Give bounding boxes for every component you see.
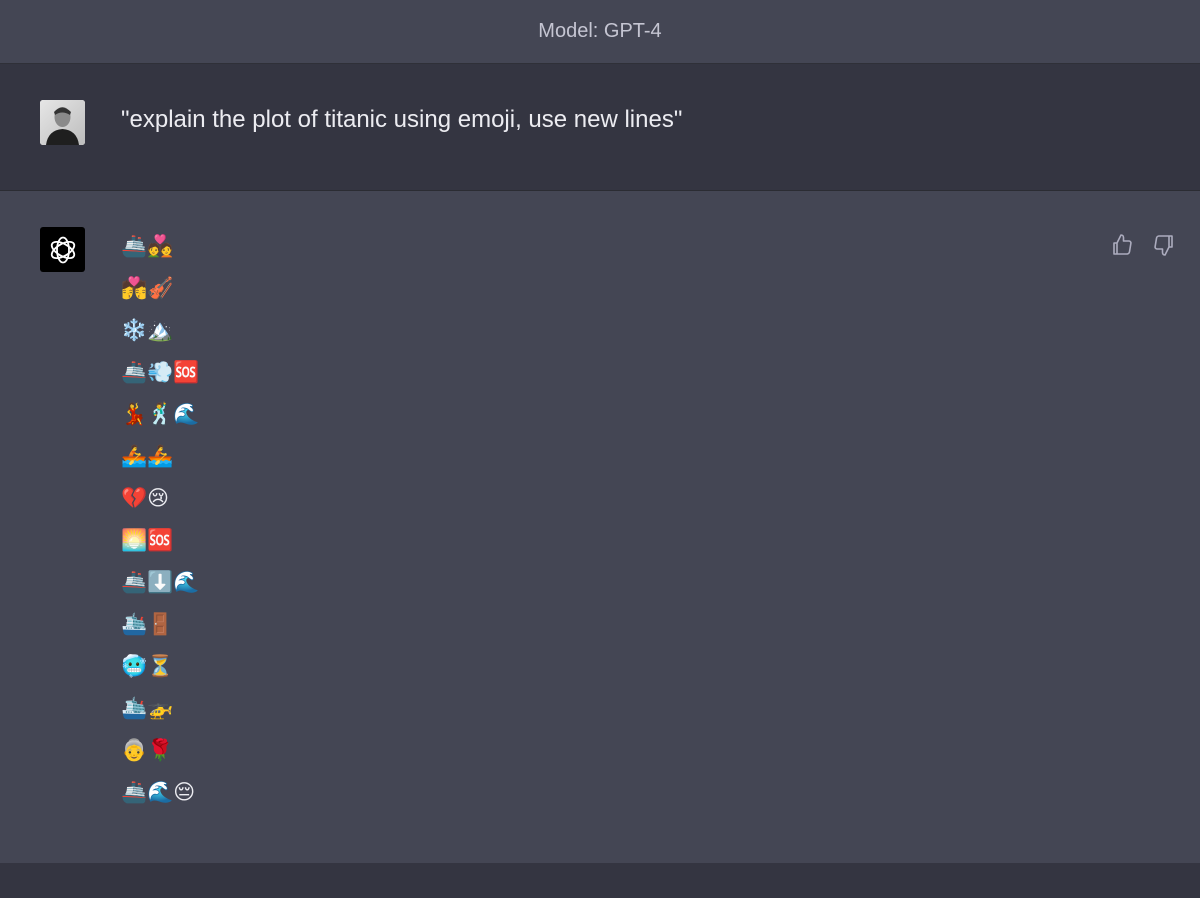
response-line: 🥶⏳ (121, 654, 174, 678)
response-line: 🚢💑 (121, 234, 174, 258)
user-message-row: "explain the plot of titanic using emoji… (0, 64, 1200, 191)
assistant-message-row: 🚢💑 💏🎻 ❄️🏔️ 🚢💨🆘 💃🕺🌊 🚣🚣 💔😢 🌅🆘 🚢⬇️🌊 🛳️🚪 🥶⏳ … (0, 191, 1200, 863)
thumbs-down-icon (1154, 235, 1173, 256)
thumbs-up-button[interactable] (1110, 233, 1134, 257)
response-line: 🛳️🚁 (121, 696, 174, 720)
response-line: 🌅🆘 (121, 528, 174, 552)
response-line: 🚣🚣 (121, 444, 174, 468)
thumbs-down-button[interactable] (1152, 233, 1176, 257)
openai-logo-icon (50, 236, 75, 263)
bottom-bar (0, 863, 1200, 898)
response-line: 💔😢 (121, 486, 170, 510)
response-line: 👵🌹 (121, 738, 174, 762)
feedback-buttons (1110, 233, 1176, 257)
response-line: 🚢💨🆘 (121, 360, 200, 384)
assistant-avatar (40, 227, 85, 272)
response-line: 💏🎻 (121, 276, 174, 300)
chat-page: Model: GPT-4 "explain the plot of titani… (0, 0, 1200, 898)
response-line: 🚢⬇️🌊 (121, 570, 200, 594)
model-header: Model: GPT-4 (0, 0, 1200, 64)
model-label: Model: GPT-4 (538, 20, 662, 42)
user-avatar-photo (40, 100, 85, 145)
response-line: ❄️🏔️ (121, 318, 174, 342)
assistant-response: 🚢💑 💏🎻 ❄️🏔️ 🚢💨🆘 💃🕺🌊 🚣🚣 💔😢 🌅🆘 🚢⬇️🌊 🛳️🚪 🥶⏳ … (121, 231, 199, 819)
user-message-text: "explain the plot of titanic using emoji… (121, 106, 683, 133)
response-line: 🛳️🚪 (121, 612, 174, 636)
response-line: 💃🕺🌊 (121, 402, 200, 426)
user-avatar (40, 100, 85, 145)
response-line: 🚢🌊😔 (121, 780, 196, 804)
thumbs-up-icon (1113, 234, 1132, 255)
